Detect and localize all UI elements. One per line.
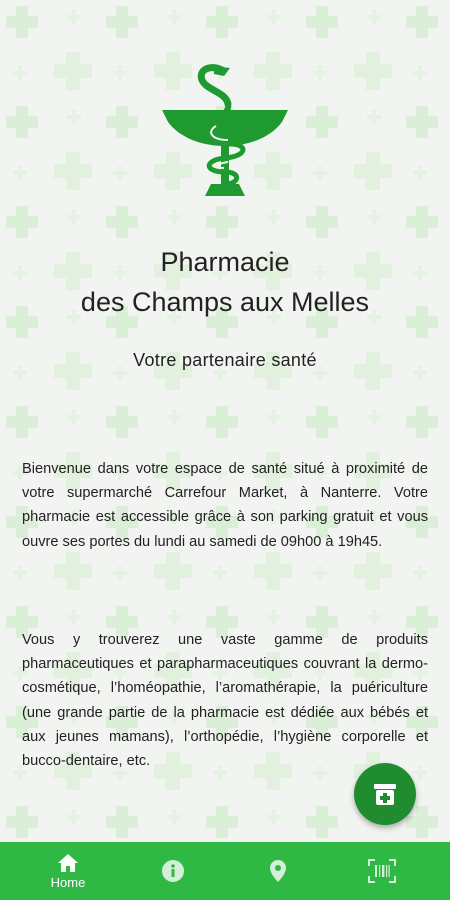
bottom-navigation: Home — [0, 842, 450, 900]
home-icon — [58, 853, 78, 872]
prescription-icon — [374, 784, 396, 805]
home-screen: Pharmacie des Champs aux Melles Votre pa… — [0, 0, 450, 842]
bowl-of-hygieia-icon — [162, 64, 288, 196]
info-icon — [162, 860, 184, 882]
nav-item-info[interactable] — [117, 842, 229, 900]
page-title-line1: Pharmacie — [160, 247, 290, 277]
barcode-scan-icon — [368, 859, 396, 883]
products-paragraph: Vous y trouverez une vaste gamme de prod… — [22, 632, 428, 770]
nav-item-home[interactable]: Home — [12, 842, 124, 900]
nav-item-location[interactable] — [222, 842, 334, 900]
tagline: Votre partenaire santé — [133, 350, 317, 370]
intro-paragraph: Bienvenue dans votre espace de santé sit… — [22, 461, 428, 550]
location-pin-icon — [270, 860, 286, 882]
prescription-button[interactable] — [354, 763, 416, 825]
nav-item-scan[interactable] — [326, 842, 438, 900]
page-title-line2: des Champs aux Melles — [80, 287, 370, 317]
nav-label-home: Home — [50, 874, 86, 890]
